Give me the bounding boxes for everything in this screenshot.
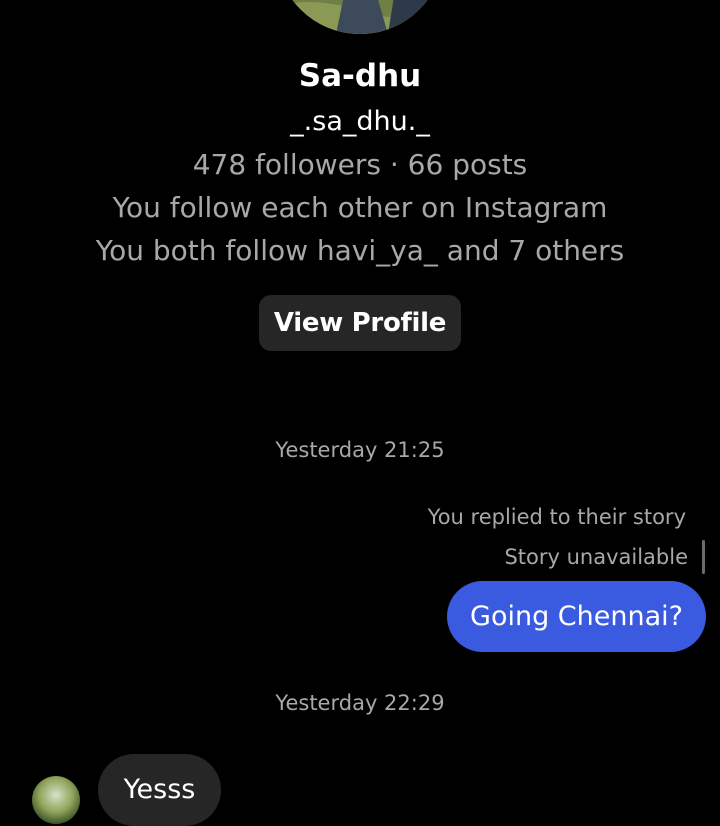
profile-stats: 478 followers · 66 posts (192, 148, 528, 181)
story-reply-indicator (702, 540, 705, 574)
profile-name: Sa-dhu (298, 58, 422, 94)
outgoing-message-text: Going Chennai? (470, 601, 683, 632)
story-reply-note: You replied to their story (427, 505, 686, 529)
outgoing-message-bubble[interactable]: Going Chennai? (447, 581, 706, 652)
incoming-message-text: Yesss (123, 774, 196, 805)
message-timestamp: Yesterday 22:29 (275, 691, 445, 715)
mutual-follow-text: You follow each other on Instagram (112, 191, 608, 224)
view-profile-button[interactable]: View Profile (259, 295, 461, 351)
sender-avatar[interactable] (32, 776, 80, 824)
story-unavailable-text: Story unavailable (504, 545, 688, 569)
profile-photo-image (276, 0, 444, 34)
message-timestamp: Yesterday 21:25 (275, 438, 445, 462)
mutual-friends-text: You both follow havi_ya_ and 7 others (95, 234, 625, 267)
profile-username: _.sa_dhu._ (290, 106, 430, 137)
profile-avatar[interactable] (276, 0, 444, 34)
incoming-message-bubble[interactable]: Yesss (98, 754, 221, 826)
